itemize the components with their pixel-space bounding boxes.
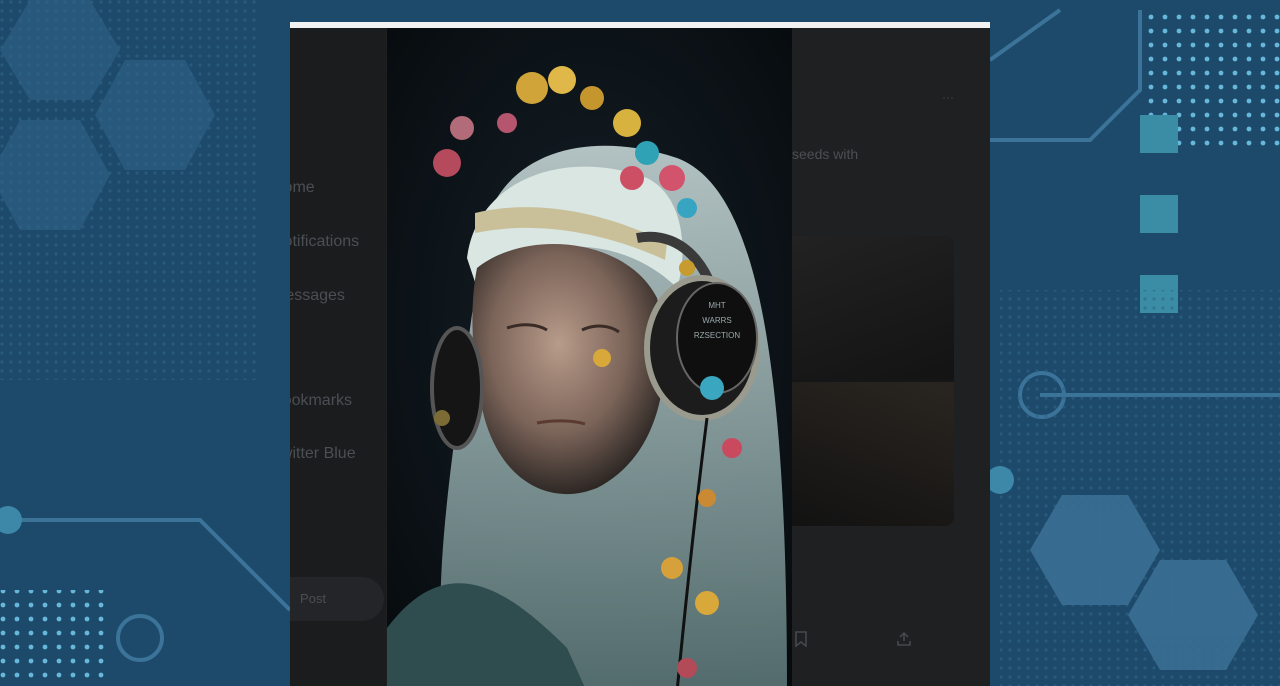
thumbnail[interactable] xyxy=(792,236,954,379)
sidebar-item-home[interactable]: Home xyxy=(290,176,386,200)
panel-text: seeds with xyxy=(792,146,859,162)
sidebar: Home Notifications Messages Bookmarks Tw… xyxy=(290,28,386,686)
right-panel: ··· seeds with xyxy=(792,28,990,686)
more-icon[interactable]: ··· xyxy=(942,90,954,104)
headphone-text: WARRS xyxy=(702,316,731,325)
headphone-text: RZSECTION xyxy=(694,331,740,340)
media-thumbnails xyxy=(792,236,954,526)
sidebar-item-messages[interactable]: Messages xyxy=(290,284,386,308)
share-icon[interactable] xyxy=(895,631,913,649)
headphone-text: MHT xyxy=(708,301,725,310)
image-viewer-window: Home Notifications Messages Bookmarks Tw… xyxy=(290,22,990,686)
thumbnail[interactable] xyxy=(792,382,954,526)
sidebar-item-notifications[interactable]: Notifications xyxy=(290,230,386,254)
sidebar-item-twitter-blue[interactable]: Twitter Blue xyxy=(290,442,386,466)
sidebar-item-bookmarks[interactable]: Bookmarks xyxy=(290,389,386,413)
bookmark-icon[interactable] xyxy=(792,631,810,649)
portrait-photo[interactable]: MHT WARRS RZSECTION xyxy=(387,28,792,686)
post-button[interactable]: Post xyxy=(290,577,384,621)
